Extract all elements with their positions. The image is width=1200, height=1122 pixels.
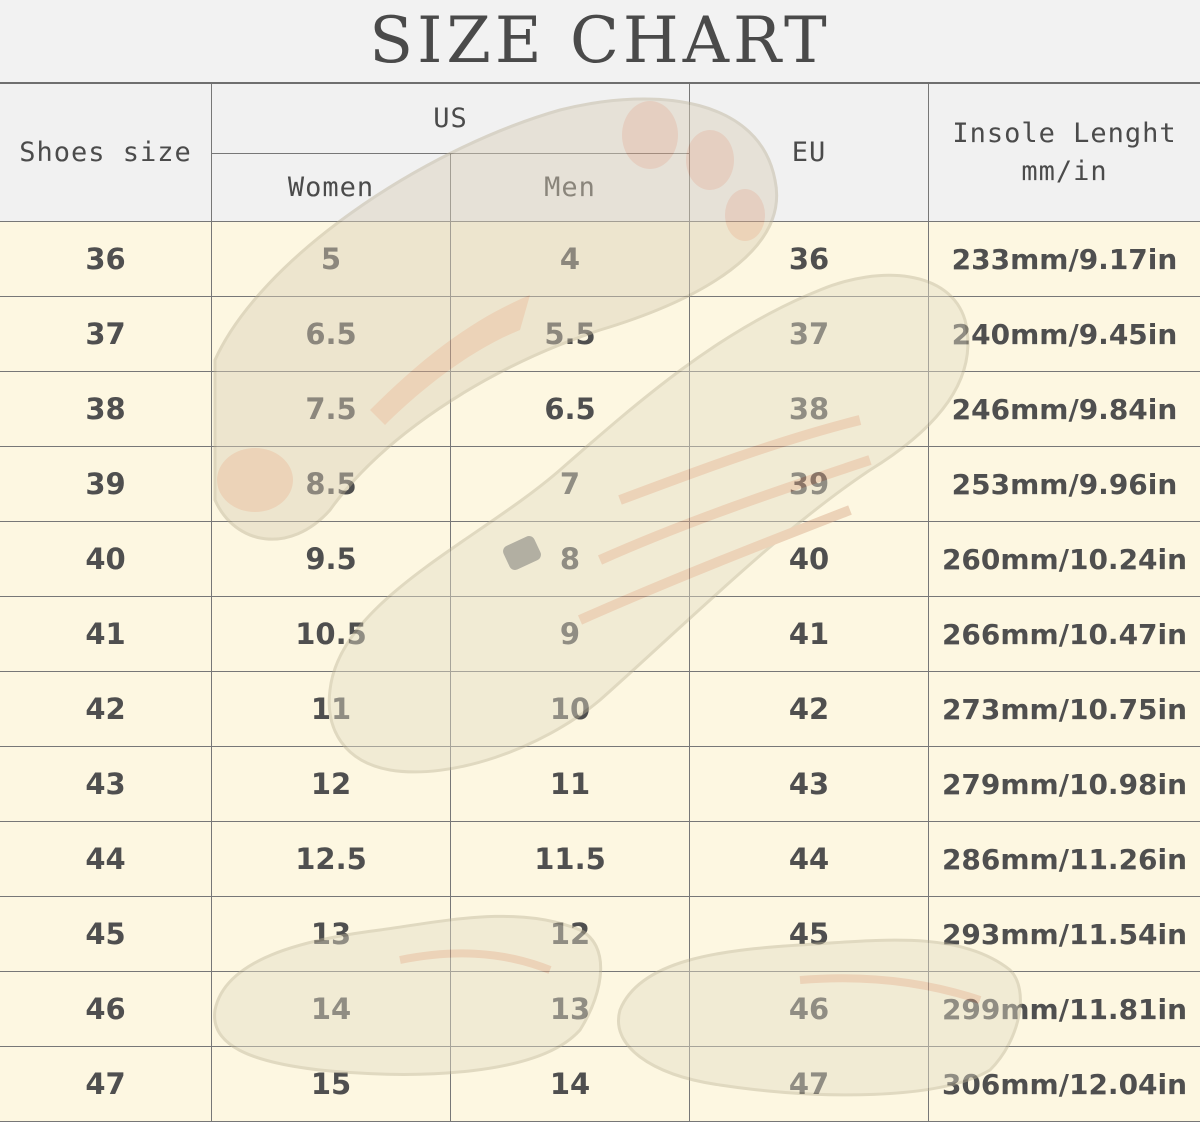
cell-us-men: 13 — [451, 972, 690, 1047]
cell-shoes-size: 41 — [0, 597, 212, 672]
cell-us-women: 12.5 — [212, 822, 451, 897]
cell-us-women: 14 — [212, 972, 451, 1047]
header-eu: EU — [690, 84, 929, 222]
cell-insole-length: 246mm/9.84in — [929, 372, 1200, 447]
cell-us-men: 5.5 — [451, 297, 690, 372]
cell-us-men: 10 — [451, 672, 690, 747]
cell-us-women: 8.5 — [212, 447, 451, 522]
cell-eu: 39 — [690, 447, 929, 522]
cell-eu: 40 — [690, 522, 929, 597]
cell-us-women: 5 — [212, 222, 451, 297]
cell-us-men: 4 — [451, 222, 690, 297]
cell-eu: 46 — [690, 972, 929, 1047]
cell-insole-length: 279mm/10.98in — [929, 747, 1200, 822]
header-insole-line2: mm/in — [1021, 155, 1108, 187]
cell-us-men: 7 — [451, 447, 690, 522]
cell-insole-length: 233mm/9.17in — [929, 222, 1200, 297]
cell-eu: 47 — [690, 1047, 929, 1122]
cell-us-women: 9.5 — [212, 522, 451, 597]
header-women: Women — [212, 154, 451, 222]
page-title: SIZE CHART — [0, 0, 1200, 84]
cell-shoes-size: 44 — [0, 822, 212, 897]
cell-shoes-size: 40 — [0, 522, 212, 597]
cell-us-women: 6.5 — [212, 297, 451, 372]
cell-shoes-size: 36 — [0, 222, 212, 297]
cell-insole-length: 253mm/9.96in — [929, 447, 1200, 522]
cell-eu: 44 — [690, 822, 929, 897]
cell-eu: 42 — [690, 672, 929, 747]
cell-insole-length: 306mm/12.04in — [929, 1047, 1200, 1122]
header-us: US — [212, 84, 690, 154]
cell-insole-length: 273mm/10.75in — [929, 672, 1200, 747]
cell-us-men: 6.5 — [451, 372, 690, 447]
cell-insole-length: 240mm/9.45in — [929, 297, 1200, 372]
cell-eu: 45 — [690, 897, 929, 972]
cell-us-women: 13 — [212, 897, 451, 972]
cell-us-men: 9 — [451, 597, 690, 672]
cell-shoes-size: 45 — [0, 897, 212, 972]
cell-insole-length: 293mm/11.54in — [929, 897, 1200, 972]
cell-shoes-size: 37 — [0, 297, 212, 372]
cell-us-women: 11 — [212, 672, 451, 747]
cell-eu: 41 — [690, 597, 929, 672]
cell-shoes-size: 47 — [0, 1047, 212, 1122]
size-chart-table: Shoes size US EU Insole Lenght mm/in Wom… — [0, 84, 1200, 1122]
header-insole-line1: Insole Lenght — [952, 117, 1177, 149]
cell-shoes-size: 46 — [0, 972, 212, 1047]
cell-eu: 36 — [690, 222, 929, 297]
size-chart-page: SIZE CHART Shoes size US EU Insole Lengh… — [0, 0, 1200, 1122]
cell-us-men: 11.5 — [451, 822, 690, 897]
cell-insole-length: 260mm/10.24in — [929, 522, 1200, 597]
cell-us-women: 12 — [212, 747, 451, 822]
cell-us-men: 11 — [451, 747, 690, 822]
cell-insole-length: 299mm/11.81in — [929, 972, 1200, 1047]
cell-shoes-size: 43 — [0, 747, 212, 822]
cell-shoes-size: 42 — [0, 672, 212, 747]
header-insole-length: Insole Lenght mm/in — [929, 84, 1200, 222]
cell-shoes-size: 39 — [0, 447, 212, 522]
cell-eu: 38 — [690, 372, 929, 447]
cell-us-women: 15 — [212, 1047, 451, 1122]
cell-eu: 37 — [690, 297, 929, 372]
cell-eu: 43 — [690, 747, 929, 822]
cell-shoes-size: 38 — [0, 372, 212, 447]
cell-us-men: 8 — [451, 522, 690, 597]
header-shoes-size: Shoes size — [0, 84, 212, 222]
cell-insole-length: 286mm/11.26in — [929, 822, 1200, 897]
cell-us-women: 10.5 — [212, 597, 451, 672]
cell-insole-length: 266mm/10.47in — [929, 597, 1200, 672]
cell-us-men: 12 — [451, 897, 690, 972]
cell-us-men: 14 — [451, 1047, 690, 1122]
header-men: Men — [451, 154, 690, 222]
cell-us-women: 7.5 — [212, 372, 451, 447]
